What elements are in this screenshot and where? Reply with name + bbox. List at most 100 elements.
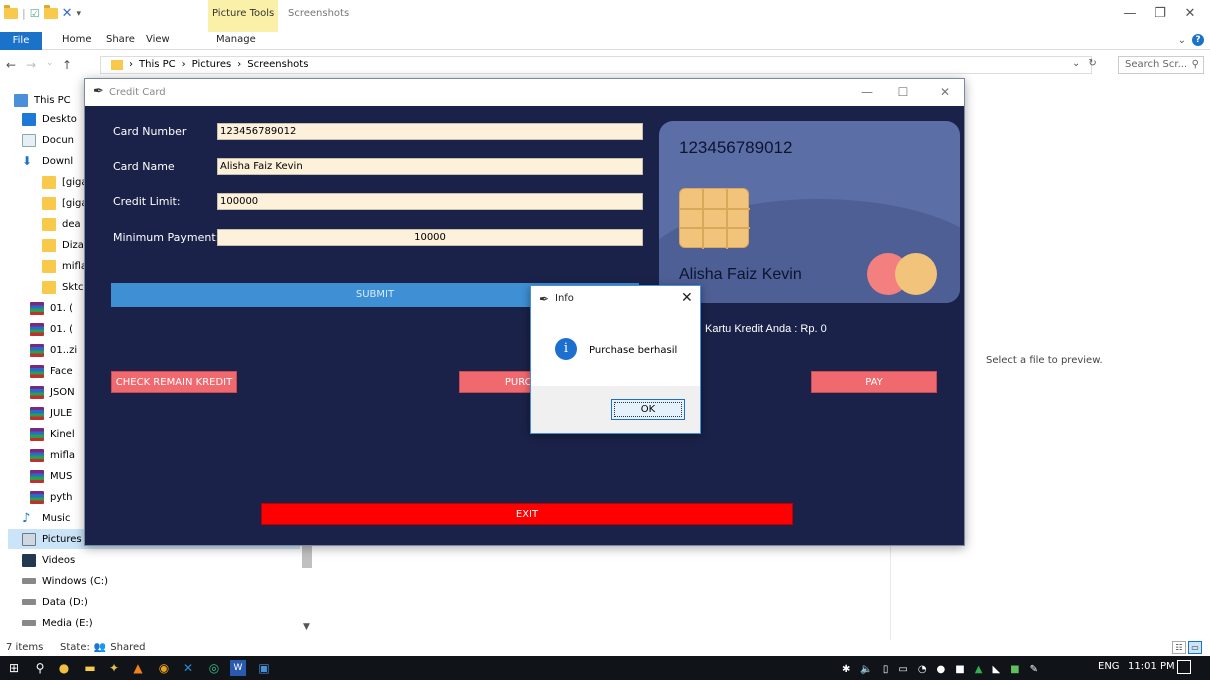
large-icons-view-icon[interactable]: ▭ [1188, 641, 1202, 654]
tab-manage[interactable]: Manage [216, 34, 256, 45]
nav-label: Data (D:) [42, 596, 88, 608]
windows-start-icon[interactable]: ⊞ [6, 660, 22, 676]
system-tray: ✱ 🔈 ▯ ▭ ◔ ● ■ ▲ ◣ ■ ✎ [842, 661, 1038, 677]
close-icon[interactable]: ✕ [1180, 6, 1200, 21]
up-icon[interactable]: ↑ [62, 58, 72, 72]
help-icon[interactable]: ? [1192, 34, 1204, 46]
exit-button[interactable]: EXIT [261, 503, 793, 525]
language-indicator[interactable]: ENG [1098, 661, 1120, 672]
restore-icon[interactable]: ❐ [1150, 6, 1170, 21]
whatsapp-icon[interactable]: ◎ [206, 660, 222, 676]
minimum-payment-input[interactable] [217, 229, 643, 246]
breadcrumb-pictures[interactable]: Pictures [192, 57, 232, 73]
bluetooth-icon[interactable]: ✱ [842, 664, 850, 675]
nav-item-videos[interactable]: Videos [22, 550, 75, 570]
nav-item-archive[interactable]: 01. ( [30, 298, 73, 318]
nav-item-archive[interactable]: JULE [30, 403, 72, 423]
forward-icon[interactable]: → [26, 58, 36, 72]
status-state: State: 👥 Shared [60, 642, 146, 653]
minimize-icon[interactable]: — [855, 85, 879, 99]
search-icon[interactable]: ⚲ [32, 660, 48, 676]
details-view-icon[interactable]: ☷ [1172, 641, 1186, 654]
nav-item-folder[interactable]: mifla [42, 256, 87, 276]
battery-icon[interactable]: ▯ [883, 664, 889, 675]
tab-share[interactable]: Share [106, 34, 135, 45]
credit-limit-input[interactable] [217, 193, 643, 210]
app-icon[interactable]: ✦ [106, 660, 122, 676]
clock[interactable]: 11:01 PM [1128, 661, 1175, 672]
address-dropdown-icon[interactable]: ⌄ [1072, 58, 1080, 69]
nav-item-archive[interactable]: 01..zi [30, 340, 77, 360]
delete-icon[interactable]: ✕ [62, 6, 73, 21]
close-icon[interactable]: ✕ [933, 85, 957, 99]
nav-item-archive[interactable]: mifla [30, 445, 75, 465]
chrome-icon[interactable]: ◉ [156, 660, 172, 676]
nav-item-archive[interactable]: MUS [30, 466, 72, 486]
card-number-input[interactable] [217, 123, 643, 140]
recent-dropdown-icon[interactable]: ⌄ [46, 58, 54, 68]
tab-view[interactable]: View [146, 34, 170, 45]
new-folder-icon[interactable] [43, 5, 58, 19]
folder-icon[interactable] [4, 5, 18, 19]
nav-item-windows-c[interactable]: Windows (C:) [22, 571, 108, 591]
nav-item-this-pc[interactable]: This PC [14, 90, 71, 110]
network-icon[interactable]: ▭ [898, 664, 907, 675]
tab-file[interactable]: File [0, 32, 42, 50]
archive-icon [30, 469, 44, 483]
nav-item-archive[interactable]: Face [30, 361, 73, 381]
word-icon[interactable]: W [230, 660, 246, 676]
card-name-input[interactable] [217, 158, 643, 175]
maximize-icon[interactable]: ☐ [891, 85, 915, 99]
python-app-icon[interactable]: ▣ [256, 660, 272, 676]
nav-item-documents[interactable]: Docun [22, 130, 74, 150]
app-icon[interactable]: ● [56, 660, 72, 676]
refresh-icon[interactable]: ↻ [1088, 58, 1096, 69]
close-icon[interactable]: ✕ [681, 290, 693, 306]
nav-item-folder[interactable]: [giga [42, 172, 88, 192]
ribbon-expand-icon[interactable]: ⌄ [1178, 35, 1186, 46]
notification-icon[interactable] [1177, 660, 1191, 674]
nav-item-archive[interactable]: JSON [30, 382, 75, 402]
nav-item-folder[interactable]: [giga [42, 193, 88, 213]
vlc-icon[interactable]: ▲ [130, 660, 146, 676]
search-input[interactable]: Search Scr... ⚲ [1118, 56, 1204, 74]
nav-item-archive[interactable]: Kinel [30, 424, 75, 444]
breadcrumb-this-pc[interactable]: This PC [139, 57, 176, 73]
address-field[interactable]: › This PC › Pictures › Screenshots [100, 56, 1092, 74]
tray-app-icon[interactable]: ● [937, 664, 946, 675]
minimize-icon[interactable]: — [1120, 6, 1140, 21]
nav-item-media-e[interactable]: Media (E:) [22, 613, 93, 633]
nav-item-data-d[interactable]: Data (D:) [22, 592, 88, 612]
address-right: ⌄ ↻ [1072, 58, 1097, 69]
qat-dropdown-icon[interactable]: ▾ [77, 9, 82, 19]
vscode-icon[interactable]: ✕ [180, 660, 196, 676]
tray-app-icon[interactable]: ■ [955, 664, 964, 675]
nav-item-music[interactable]: ♪ Music [22, 508, 70, 528]
ok-button[interactable]: OK [611, 399, 685, 420]
nav-item-folder[interactable]: Dizat [42, 235, 88, 255]
nav-item-folder[interactable]: dea [42, 214, 81, 234]
pay-button[interactable]: PAY [811, 371, 937, 393]
tray-app-icon[interactable]: ■ [1010, 664, 1019, 675]
nav-item-archive[interactable]: 01. ( [30, 319, 73, 339]
breadcrumb-screenshots[interactable]: Screenshots [247, 57, 308, 73]
back-icon[interactable]: ← [6, 58, 16, 72]
file-explorer-icon[interactable]: ▬ [82, 660, 98, 676]
tray-app-icon[interactable]: ◣ [992, 664, 1000, 675]
pen-icon[interactable]: ✎ [1030, 664, 1038, 675]
wifi-icon[interactable]: ◔ [918, 664, 927, 675]
scroll-down-icon[interactable]: ▼ [303, 622, 310, 632]
volume-icon[interactable]: 🔈 [860, 664, 872, 675]
ribbon-tabs: File Home Share View Manage ⌄ ? [0, 32, 1210, 50]
nav-item-pictures[interactable]: Pictures [22, 529, 82, 549]
check-remain-kredit-button[interactable]: CHECK REMAIN KREDIT [111, 371, 237, 393]
dialog-titlebar: ✒ Info ✕ [531, 286, 700, 312]
dialog-footer: OK [531, 386, 700, 433]
tab-home[interactable]: Home [62, 34, 92, 45]
nav-item-downloads[interactable]: ⬇ Downl [22, 151, 73, 171]
nav-item-archive[interactable]: pyth [30, 487, 73, 507]
nav-item-desktop[interactable]: Deskto [22, 109, 77, 129]
nav-item-folder[interactable]: Sktcl [42, 277, 86, 297]
drive-sync-icon[interactable]: ▲ [975, 664, 983, 675]
checkbox-icon[interactable]: ☑ [30, 7, 40, 20]
